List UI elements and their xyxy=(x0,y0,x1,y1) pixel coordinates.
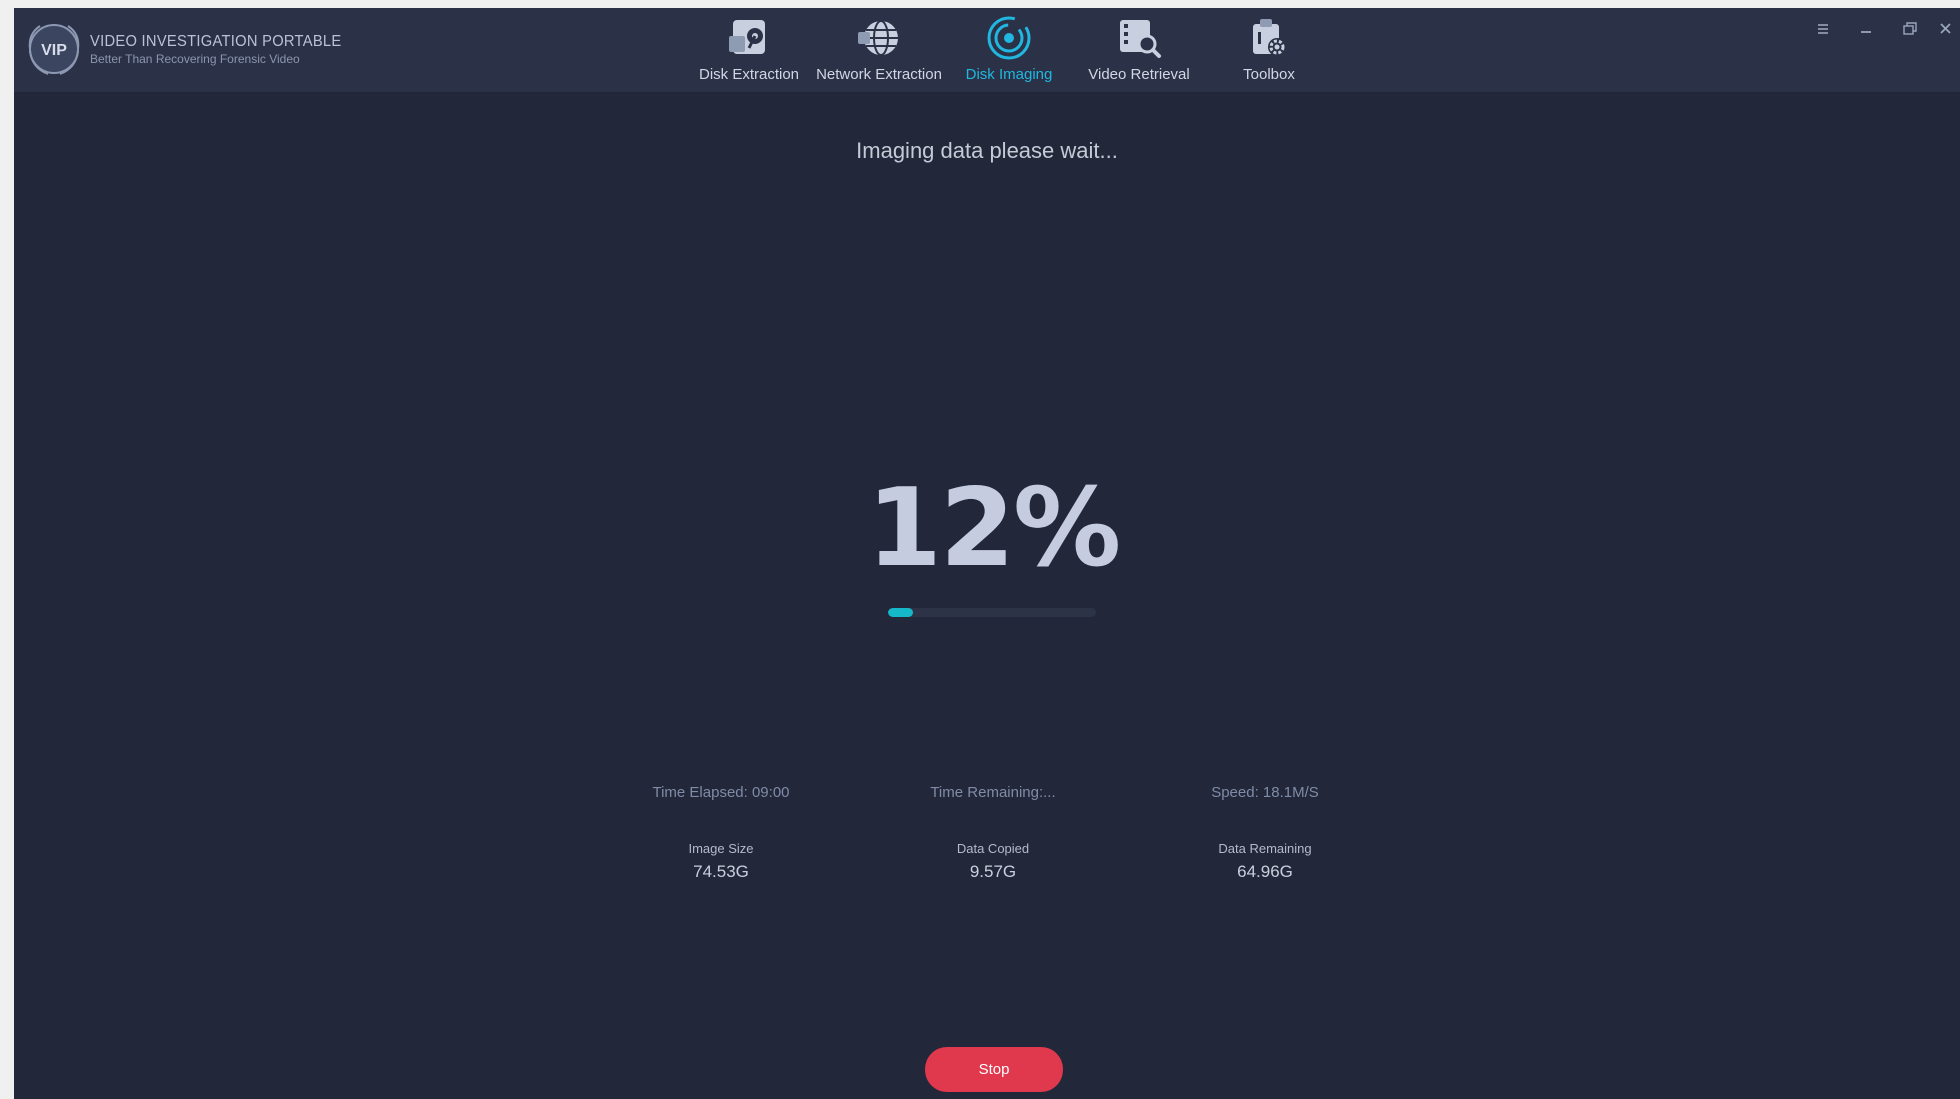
time-remaining: Time Remaining:... xyxy=(883,784,1103,801)
data-remaining-title: Data Remaining xyxy=(1218,841,1312,856)
tab-label: Disk Extraction xyxy=(698,66,800,83)
network-globe-icon xyxy=(858,20,898,56)
video-search-icon xyxy=(1120,20,1161,58)
tab-label: Video Retrieval xyxy=(1088,66,1190,83)
tab-disk-imaging[interactable]: Disk Imaging xyxy=(944,14,1074,88)
tab-label: Network Extraction xyxy=(816,66,942,83)
progress-bar-fill xyxy=(888,608,913,617)
data-copied-stat: Data Copied 9.57G xyxy=(883,841,1103,882)
app-subtitle: Better Than Recovering Forensic Video xyxy=(90,51,300,66)
image-size-title: Image Size xyxy=(688,841,754,856)
time-elapsed: Time Elapsed: 09:00 xyxy=(611,784,831,801)
tab-toolbox[interactable]: Toolbox xyxy=(1204,14,1334,88)
data-copied-title: Data Copied xyxy=(956,841,1030,856)
time-elapsed-label: Time Elapsed: 09:00 xyxy=(652,784,790,801)
tab-disk-extraction[interactable]: Disk Extraction xyxy=(684,14,814,88)
progress-percent: 12% xyxy=(866,466,1122,591)
app-logo: VIP VIDEO INVESTIGATION PORTABLE Better … xyxy=(22,20,363,78)
title-bar: VIP VIDEO INVESTIGATION PORTABLE Better … xyxy=(14,8,1960,93)
close-icon[interactable] xyxy=(1933,18,1959,40)
menu-icon[interactable] xyxy=(1810,18,1836,40)
tab-label: Toolbox xyxy=(1243,66,1295,83)
speed: Speed: 18.1M/S xyxy=(1155,784,1375,801)
restore-icon[interactable] xyxy=(1896,18,1922,40)
disk-extraction-icon xyxy=(729,20,765,54)
tab-video-retrieval[interactable]: Video Retrieval xyxy=(1074,14,1204,88)
imaging-status-text: Imaging data please wait... xyxy=(856,138,1118,163)
image-size-value: 74.53G xyxy=(693,862,749,881)
progress-bar xyxy=(888,608,1096,617)
disk-imaging-icon xyxy=(987,16,1031,60)
data-remaining-stat: Data Remaining 64.96G xyxy=(1155,841,1375,882)
app-title: VIDEO INVESTIGATION PORTABLE xyxy=(90,32,342,50)
time-remaining-label: Time Remaining:... xyxy=(930,784,1056,801)
data-remaining-value: 64.96G xyxy=(1237,862,1293,881)
app-window: VIP VIDEO INVESTIGATION PORTABLE Better … xyxy=(14,8,1960,1099)
image-size-stat: Image Size 74.53G xyxy=(611,841,831,882)
speed-label: Speed: 18.1M/S xyxy=(1211,784,1319,801)
tab-network-extraction[interactable]: Network Extraction xyxy=(814,14,944,88)
tab-label: Disk Imaging xyxy=(965,66,1053,83)
vip-badge-icon: VIP xyxy=(28,24,80,75)
toolbox-gear-icon xyxy=(1253,19,1286,56)
minimize-icon[interactable] xyxy=(1853,18,1879,40)
logo-badge-text: VIP xyxy=(41,42,67,59)
stop-button[interactable]: Stop xyxy=(925,1047,1063,1092)
data-copied-value: 9.57G xyxy=(969,862,1017,881)
